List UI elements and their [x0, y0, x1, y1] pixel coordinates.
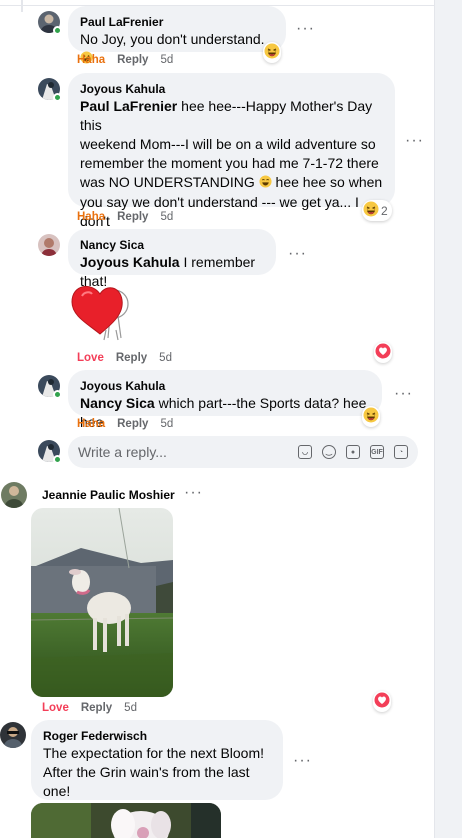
reply-button[interactable]: Reply [81, 702, 112, 714]
reaction-button[interactable]: Love [42, 702, 69, 714]
grin-emoji-icon [259, 174, 272, 193]
timestamp[interactable]: 5d [160, 211, 173, 223]
more-options-button[interactable]: ··· [288, 246, 307, 262]
comment-bubble: Paul LaFrenier No Joy, you don't underst… [68, 6, 286, 64]
comment-author[interactable]: Jeannie Paulic Moshier [42, 487, 175, 503]
comment-author[interactable]: Paul LaFrenier [80, 14, 274, 30]
reaction-button[interactable]: Haha [77, 211, 105, 223]
timestamp[interactable]: 5d [124, 702, 137, 714]
emoji-icon[interactable]: ‿ [322, 445, 336, 459]
timestamp[interactable]: 5d [160, 418, 173, 430]
timestamp[interactable]: 5d [159, 352, 172, 364]
reaction-button[interactable]: Love [77, 352, 104, 364]
reaction-button[interactable]: Haha [77, 54, 105, 66]
avatar[interactable] [1, 482, 27, 508]
sticker-icon[interactable]: ◔ [394, 445, 408, 459]
reaction-badge[interactable] [362, 406, 380, 427]
comment-bubble: Joyous Kahula Paul LaFrenier hee hee---H… [68, 73, 395, 248]
reaction-count: 2 [381, 203, 388, 218]
comment-text-line: was NO UNDERSTANDING [80, 174, 255, 190]
comment-actions: Love Reply 5d [42, 702, 137, 714]
online-status-dot [53, 93, 62, 102]
comment-actions: Haha Reply 5d [77, 211, 173, 223]
lamb-photo[interactable] [31, 508, 173, 697]
comment-actions: Love Reply 5d [77, 352, 172, 364]
online-status-dot [53, 26, 62, 35]
comment-bubble: Roger Federwisch The expectation for the… [31, 720, 283, 837]
comment-text-line: remember the moment you had me 7-1-72 th… [80, 155, 379, 171]
online-status-dot [53, 390, 62, 399]
comment-text-line: After the Grin wain's from the last one! [43, 764, 250, 799]
avatar[interactable] [0, 722, 26, 748]
reaction-badge[interactable] [263, 42, 281, 63]
reply-button[interactable]: Reply [117, 418, 148, 430]
more-options-button[interactable]: ··· [293, 753, 312, 769]
comment-text-line: weekend Mom---I will be on a wild advent… [80, 136, 376, 152]
love-reaction-icon [375, 343, 391, 362]
gif-icon[interactable]: GIF [370, 445, 384, 459]
more-options-button[interactable]: ··· [405, 133, 424, 149]
scrollbar-track[interactable] [434, 0, 462, 838]
camera-icon[interactable]: ● [346, 445, 360, 459]
mention-link[interactable]: Nancy Sica [80, 395, 155, 411]
reply-button[interactable]: Reply [117, 54, 148, 66]
comment-author[interactable]: Roger Federwisch [43, 728, 271, 744]
more-options-button[interactable]: ··· [184, 485, 203, 501]
comment-author[interactable]: Nancy Sica [80, 237, 264, 253]
comment-bubble: Nancy Sica Joyous Kahula I remember that… [68, 229, 276, 289]
thread-line [21, 0, 23, 12]
reaction-badge[interactable] [373, 691, 391, 712]
comment-actions: Haha Reply 5d [77, 418, 173, 430]
mention-link[interactable]: Paul LaFrenier [80, 98, 177, 114]
mention-link[interactable]: Joyous Kahula [80, 254, 180, 270]
timestamp[interactable]: 5d [160, 54, 173, 66]
haha-reaction-icon [264, 43, 280, 62]
reply-button[interactable]: Reply [117, 211, 148, 223]
comment-text-body: No Joy, you don't understand. [80, 31, 265, 47]
comment-actions: Haha Reply 5d [77, 54, 173, 66]
reply-input-tools: ◡ ‿ ● GIF ◔ [298, 445, 408, 459]
comment-text: was NO UNDERSTANDING hee hee so when [80, 173, 383, 193]
avatar-sticker-icon[interactable]: ◡ [298, 445, 312, 459]
reaction-badge[interactable]: 2 [362, 200, 392, 221]
sticker-image [66, 276, 136, 348]
comment-author[interactable]: Joyous Kahula [80, 378, 370, 394]
more-options-button[interactable]: ··· [394, 386, 413, 402]
reply-input-box[interactable]: ◡ ‿ ● GIF ◔ [68, 436, 418, 468]
comment-text-line: hee hee so when [271, 174, 383, 190]
haha-reaction-icon [363, 407, 379, 426]
comment-text: Paul LaFrenier hee hee---Happy Mother's … [80, 97, 383, 135]
haha-reaction-icon [363, 201, 379, 220]
comment-bubble: Joyous Kahula Nancy Sica which part---th… [68, 370, 382, 430]
avatar[interactable] [38, 234, 60, 256]
comment-author[interactable]: Joyous Kahula [80, 81, 383, 97]
comment-text-line: The expectation for the next Bloom! [43, 745, 265, 761]
reaction-button[interactable]: Haha [77, 418, 105, 430]
love-reaction-icon [374, 692, 390, 711]
online-status-dot [53, 455, 62, 464]
reaction-badge[interactable] [374, 342, 392, 363]
reply-button[interactable]: Reply [116, 352, 147, 364]
more-options-button[interactable]: ··· [296, 21, 315, 37]
flower-photo[interactable] [31, 803, 221, 838]
reply-input[interactable] [78, 444, 298, 460]
